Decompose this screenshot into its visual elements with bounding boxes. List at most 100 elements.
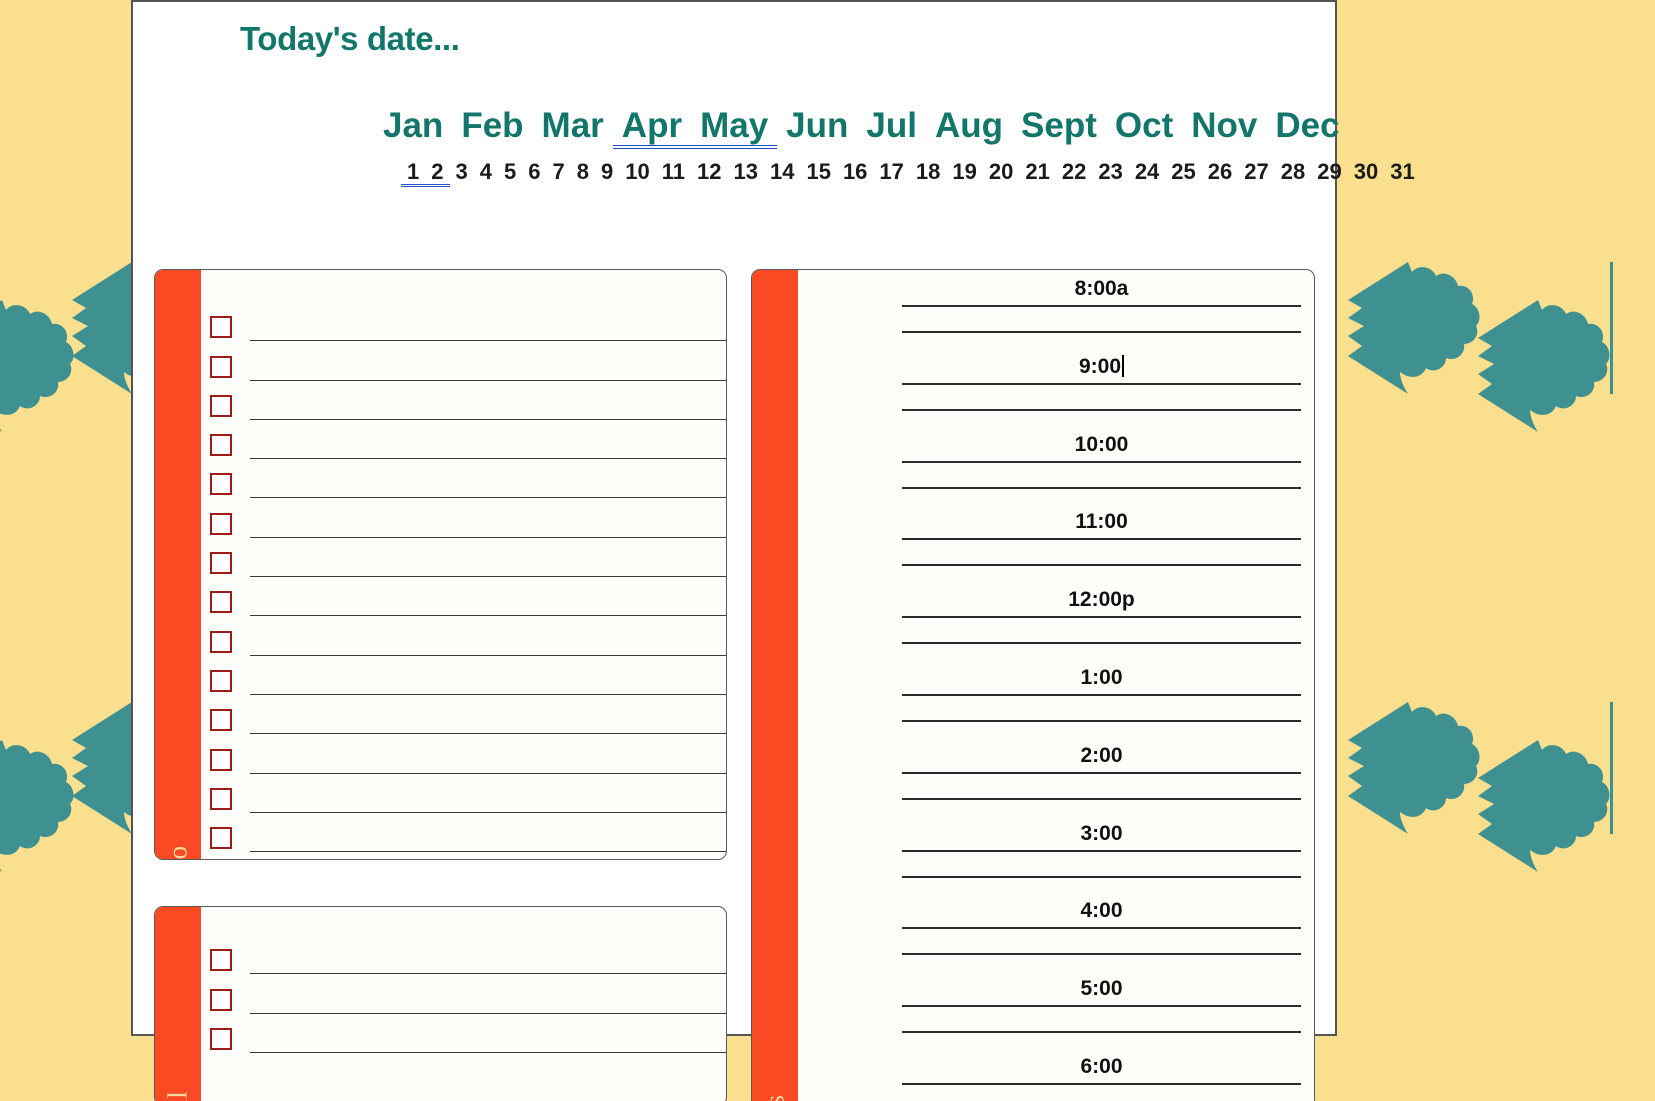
day-option-22[interactable]: 22 xyxy=(1056,161,1092,183)
day-option-9[interactable]: 9 xyxy=(595,161,619,183)
checkbox-unchecked-icon[interactable] xyxy=(210,1027,232,1050)
todo-item-input[interactable] xyxy=(250,340,726,342)
email-item-input[interactable] xyxy=(250,973,726,975)
todo-item-input[interactable] xyxy=(250,772,726,774)
todo-item-input[interactable] xyxy=(250,379,726,381)
schedule-slot[interactable]: 10:00 xyxy=(798,430,1314,508)
month-option-oct[interactable]: Oct xyxy=(1106,108,1182,143)
day-option-20[interactable]: 20 xyxy=(983,161,1019,183)
schedule-slot-time: 1:00 xyxy=(902,663,1301,691)
schedule-slot-rule xyxy=(902,564,1301,567)
todo-item-input[interactable] xyxy=(250,458,726,460)
todo-item-input[interactable] xyxy=(250,615,726,617)
todo-item-row xyxy=(201,422,726,461)
todo-item-row xyxy=(201,383,726,422)
day-option-31[interactable]: 31 xyxy=(1384,161,1420,183)
day-option-6[interactable]: 6 xyxy=(522,161,546,183)
todo-item-input[interactable] xyxy=(250,654,726,656)
day-option-18[interactable]: 18 xyxy=(910,161,946,183)
schedule-slot[interactable]: 1:00 xyxy=(798,663,1314,741)
day-option-5[interactable]: 5 xyxy=(498,161,522,183)
day-option-25[interactable]: 25 xyxy=(1165,161,1201,183)
schedule-slot-rule xyxy=(902,771,1301,774)
day-option-11[interactable]: 11 xyxy=(656,161,691,183)
day-option-1[interactable]: 1 xyxy=(401,161,426,187)
schedule-slot-rule xyxy=(902,486,1301,489)
checkbox-unchecked-icon[interactable] xyxy=(210,316,232,339)
month-option-sept[interactable]: Sept xyxy=(1012,108,1106,143)
checkbox-unchecked-icon[interactable] xyxy=(210,394,232,417)
day-option-26[interactable]: 26 xyxy=(1202,161,1238,183)
day-option-12[interactable]: 12 xyxy=(691,161,727,183)
day-option-14[interactable]: 14 xyxy=(764,161,800,183)
day-option-3[interactable]: 3 xyxy=(450,161,474,183)
checkbox-unchecked-icon[interactable] xyxy=(210,787,232,810)
day-option-2[interactable]: 2 xyxy=(425,161,450,187)
todo-item-input[interactable] xyxy=(250,497,726,499)
checkbox-unchecked-icon[interactable] xyxy=(210,630,232,653)
schedule-slot-rule xyxy=(902,849,1301,852)
schedule-slot[interactable]: 4:00 xyxy=(798,896,1314,974)
month-option-apr[interactable]: Apr xyxy=(612,108,692,149)
month-option-dec[interactable]: Dec xyxy=(1266,108,1348,143)
email-item-input[interactable] xyxy=(250,1051,726,1053)
day-option-19[interactable]: 19 xyxy=(946,161,982,183)
day-option-7[interactable]: 7 xyxy=(547,161,571,183)
todo-item-input[interactable] xyxy=(250,811,726,813)
checkbox-unchecked-icon[interactable] xyxy=(210,591,232,614)
month-option-nov[interactable]: Nov xyxy=(1182,108,1266,143)
schedule-slot[interactable]: 8:00a xyxy=(798,274,1314,352)
schedule-slot[interactable]: 6:00 xyxy=(798,1052,1314,1101)
todo-item-input[interactable] xyxy=(250,851,726,853)
checkbox-unchecked-icon[interactable] xyxy=(210,355,232,378)
checkbox-unchecked-icon[interactable] xyxy=(210,748,232,771)
day-option-27[interactable]: 27 xyxy=(1238,161,1274,183)
day-option-17[interactable]: 17 xyxy=(873,161,909,183)
day-option-24[interactable]: 24 xyxy=(1129,161,1165,183)
month-option-aug[interactable]: Aug xyxy=(926,108,1012,143)
schedule-slot-rule xyxy=(902,382,1301,385)
month-option-jan[interactable]: Jan xyxy=(374,108,452,143)
todo-item-input[interactable] xyxy=(250,418,726,420)
email-item-input[interactable] xyxy=(250,1012,726,1014)
day-option-16[interactable]: 16 xyxy=(837,161,873,183)
month-option-jul[interactable]: Jul xyxy=(857,108,926,143)
day-option-21[interactable]: 21 xyxy=(1019,161,1055,183)
ornament-left-2 xyxy=(0,740,74,872)
schedule-slot[interactable]: 11:00 xyxy=(798,507,1314,585)
todo-item-input[interactable] xyxy=(250,576,726,578)
schedule-slot[interactable]: 2:00 xyxy=(798,741,1314,819)
checkbox-unchecked-icon[interactable] xyxy=(210,669,232,692)
day-option-8[interactable]: 8 xyxy=(571,161,595,183)
checkbox-unchecked-icon[interactable] xyxy=(210,827,232,850)
month-option-mar[interactable]: Mar xyxy=(533,108,613,143)
checkbox-unchecked-icon[interactable] xyxy=(210,949,232,972)
schedule-slot[interactable]: 12:00p xyxy=(798,585,1314,663)
email-item-row xyxy=(201,937,726,976)
schedule-slot-rule xyxy=(902,797,1301,800)
day-option-30[interactable]: 30 xyxy=(1348,161,1384,183)
todo-item-input[interactable] xyxy=(250,733,726,735)
checkbox-unchecked-icon[interactable] xyxy=(210,988,232,1011)
month-option-may[interactable]: May xyxy=(691,108,778,149)
schedule-slot[interactable]: 5:00 xyxy=(798,974,1314,1052)
todo-item-input[interactable] xyxy=(250,536,726,538)
schedule-slot[interactable]: 3:00 xyxy=(798,819,1314,897)
month-option-jun[interactable]: Jun xyxy=(777,108,857,143)
checkbox-unchecked-icon[interactable] xyxy=(210,473,232,496)
checkbox-unchecked-icon[interactable] xyxy=(210,552,232,575)
day-option-10[interactable]: 10 xyxy=(619,161,655,183)
day-option-29[interactable]: 29 xyxy=(1311,161,1347,183)
day-option-28[interactable]: 28 xyxy=(1275,161,1311,183)
schedule-slot-time: 9:00 xyxy=(902,352,1301,380)
checkbox-unchecked-icon[interactable] xyxy=(210,434,232,457)
schedule-slot[interactable]: 9:00 xyxy=(798,352,1314,430)
checkbox-unchecked-icon[interactable] xyxy=(210,512,232,535)
checkbox-unchecked-icon[interactable] xyxy=(210,709,232,732)
month-option-feb[interactable]: Feb xyxy=(452,108,532,143)
day-option-15[interactable]: 15 xyxy=(800,161,836,183)
day-option-4[interactable]: 4 xyxy=(474,161,498,183)
todo-item-input[interactable] xyxy=(250,693,726,695)
day-option-23[interactable]: 23 xyxy=(1092,161,1128,183)
day-option-13[interactable]: 13 xyxy=(727,161,763,183)
